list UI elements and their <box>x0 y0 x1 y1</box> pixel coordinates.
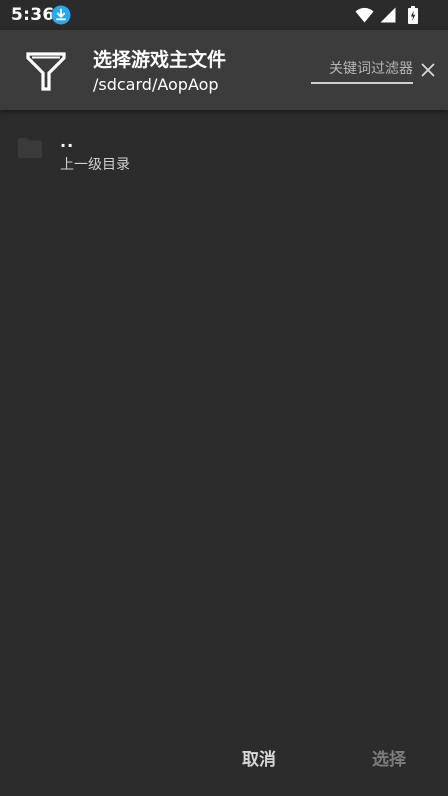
list-item-parent-directory[interactable]: .. 上一级目录 <box>0 110 448 188</box>
battery-icon <box>408 6 418 24</box>
close-icon[interactable] <box>420 62 436 78</box>
current-path: /sdcard/AopAop <box>93 75 219 94</box>
app-header: 选择游戏主文件 /sdcard/AopAop <box>0 30 448 110</box>
dialog-actions: 取消 选择 <box>0 730 448 782</box>
status-bar: 5:36 <box>0 0 448 30</box>
page-title: 选择游戏主文件 <box>93 49 227 71</box>
status-icons <box>338 6 418 24</box>
wifi-icon <box>355 7 374 23</box>
download-icon <box>51 5 71 25</box>
file-list: .. 上一级目录 <box>0 110 448 188</box>
folder-icon <box>17 137 43 159</box>
filter-icon <box>24 49 68 93</box>
status-time: 5:36 <box>11 5 55 25</box>
select-button[interactable]: 选择 <box>366 744 412 771</box>
cancel-button[interactable]: 取消 <box>236 744 282 771</box>
file-name: .. <box>60 132 75 151</box>
keyword-filter-input[interactable] <box>311 58 413 84</box>
signal-icon <box>380 7 396 23</box>
file-description: 上一级目录 <box>60 157 130 173</box>
